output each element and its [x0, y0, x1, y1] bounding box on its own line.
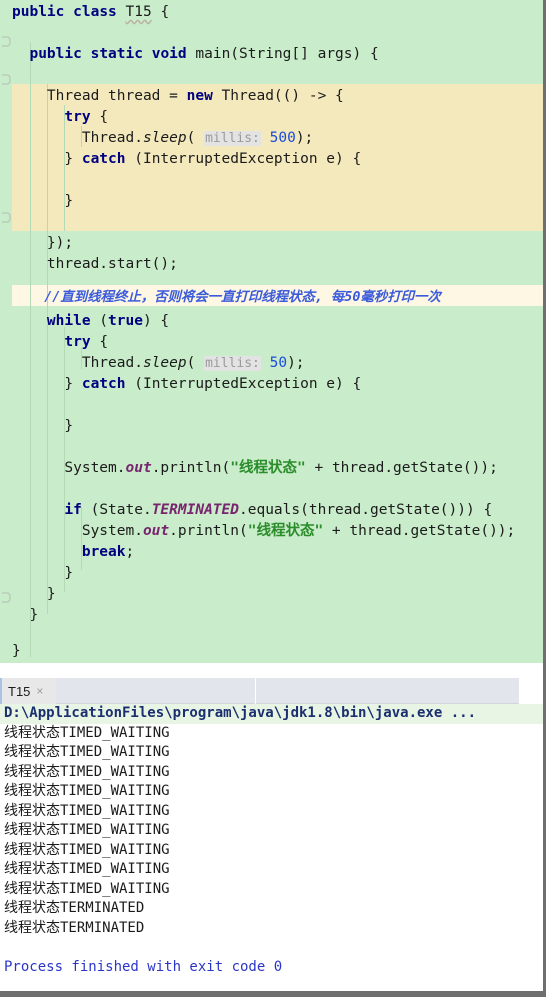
console-tab-label: T15 — [8, 683, 31, 699]
console-line: 线程状态TIMED_WAITING — [4, 802, 170, 819]
code-line[interactable]: try { — [12, 332, 108, 353]
console-tab-bar[interactable]: T15 × — [0, 678, 519, 704]
code-line[interactable]: System.out.println("线程状态" + thread.getSt… — [12, 458, 497, 479]
code-line[interactable]: } catch (InterruptedException e) { — [12, 149, 361, 170]
console-line: 线程状态TERMINATED — [4, 919, 145, 936]
console-line: 线程状态TIMED_WAITING — [4, 841, 170, 858]
code-line[interactable]: thread.start(); — [12, 254, 178, 275]
code-line[interactable]: } — [12, 563, 73, 584]
console-bottom-border — [0, 991, 543, 994]
code-line[interactable]: Thread.sleep( millis: 50); — [12, 353, 305, 374]
code-line[interactable]: try { — [12, 107, 108, 128]
console-line: 线程状态TIMED_WAITING — [4, 724, 170, 741]
code-line[interactable]: }); — [12, 233, 73, 254]
console-line: 线程状态TIMED_WAITING — [4, 783, 170, 799]
code-line[interactable]: } — [12, 416, 73, 437]
code-line[interactable]: } — [12, 584, 56, 605]
run-console-panel: T15 × D:\ApplicationFiles\program\java\j… — [0, 678, 543, 994]
ide-window: public class T15 { public static void ma… — [0, 0, 546, 997]
console-line: 线程状态TIMED_WAITING — [4, 822, 170, 838]
code-lines: public class T15 { public static void ma… — [0, 0, 543, 663]
console-line: 线程状态TERMINATED — [4, 900, 145, 916]
code-line[interactable]: } — [12, 191, 73, 212]
close-icon[interactable]: × — [36, 685, 43, 697]
code-line[interactable]: while (true) { — [12, 311, 169, 332]
code-line[interactable]: } catch (InterruptedException e) { — [12, 374, 361, 395]
console-output[interactable]: D:\ApplicationFiles\program\java\jdk1.8\… — [0, 704, 543, 994]
code-editor[interactable]: public class T15 { public static void ma… — [0, 0, 543, 663]
code-line[interactable]: Thread.sleep( millis: 500); — [12, 128, 313, 149]
code-line[interactable]: if (State.TERMINATED.equals(thread.getSt… — [12, 500, 492, 521]
console-line: 线程状态TIMED_WAITING — [4, 763, 170, 780]
code-line[interactable]: } — [12, 605, 38, 626]
code-line[interactable]: System.out.println("线程状态" + thread.getSt… — [12, 521, 515, 542]
code-line-comment[interactable]: //直到线程终止，否则将会一直打印线程状态, 每50毫秒打印一次 — [12, 287, 441, 308]
console-exit-line: Process finished with exit code 0 — [4, 959, 283, 975]
code-line[interactable]: break; — [12, 542, 134, 563]
console-line: 线程状态TIMED_WAITING — [4, 744, 170, 760]
console-line: 线程状态TIMED_WAITING — [4, 880, 170, 897]
code-line[interactable]: Thread thread = new Thread(() -> { — [12, 86, 344, 107]
console-tab-t15[interactable]: T15 × — [0, 678, 56, 704]
code-line[interactable]: } — [12, 641, 21, 662]
code-line[interactable]: public static void main(String[] args) { — [12, 44, 378, 65]
console-command-line: D:\ApplicationFiles\program\java\jdk1.8\… — [0, 704, 543, 724]
code-line[interactable]: public class T15 { — [12, 2, 169, 23]
tab-bar-divider — [255, 678, 256, 704]
console-line: 线程状态TIMED_WAITING — [4, 861, 170, 877]
